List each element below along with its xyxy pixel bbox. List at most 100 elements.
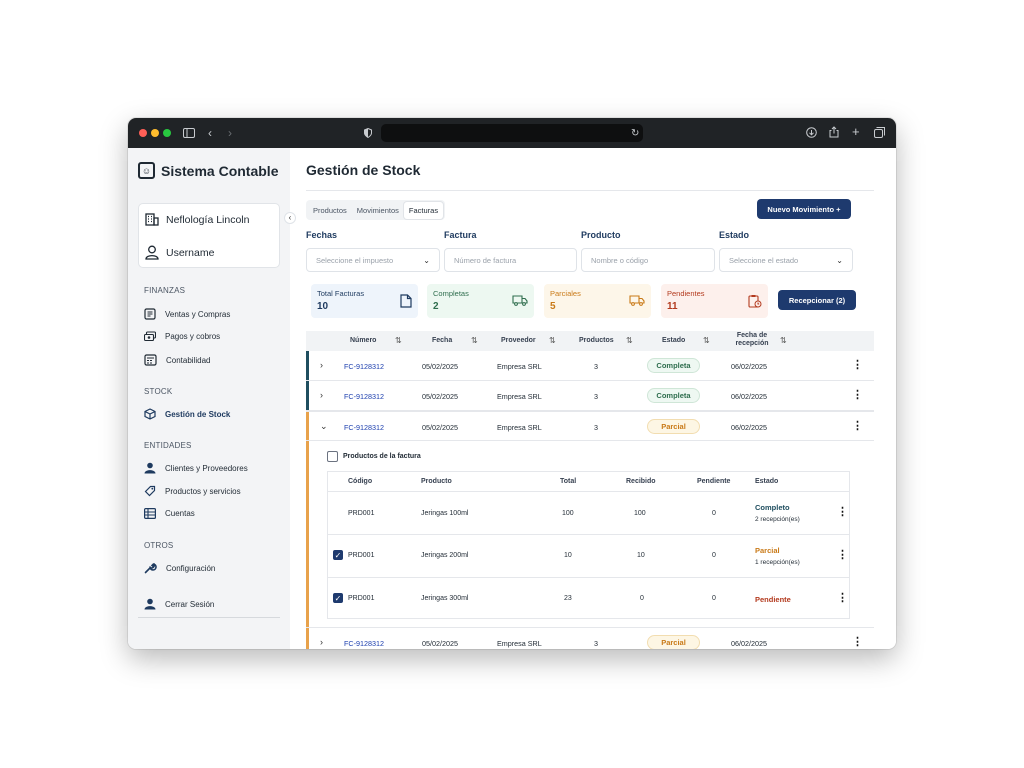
nav-pagos-cobros[interactable]: Pagos y cobros [144,331,220,342]
address-bar[interactable] [381,124,643,142]
product-checkbox[interactable]: ✓ [333,550,343,560]
expand-row-icon[interactable]: › [320,637,323,647]
tab-productos[interactable]: Productos [308,202,352,219]
share-icon[interactable] [829,126,839,138]
section-finanzas: FINANZAS [144,286,186,295]
nav-ventas-compras[interactable]: Ventas y Compras [144,308,230,320]
table-row[interactable]: › FC-9128312 05/02/2025 Empresa SRL 3 Co… [306,381,874,411]
table-row[interactable]: › FC-9128312 05/02/2025 Empresa SRL 3 Pa… [306,627,874,649]
producto-input[interactable]: Nombre o código [581,248,715,272]
row-menu-icon[interactable]: ⋮ [852,360,863,371]
table-row-expanded[interactable]: ⌄ FC-9128312 05/02/2025 Empresa SRL 3 Pa… [306,411,874,441]
factura-input[interactable]: Número de factura [444,248,577,272]
stat-value: 10 [317,301,329,312]
username: Username [166,246,215,259]
user-menu[interactable]: Username [145,245,214,260]
nav-productos-servicios[interactable]: Productos y servicios [144,485,241,497]
invoice-number-link[interactable]: FC-9128312 [344,392,384,401]
product-menu-icon[interactable]: ⋮ [837,507,848,518]
title-divider [306,190,874,191]
user-icon [145,245,159,260]
invoice-number-link[interactable]: FC-9128312 [344,362,384,371]
product-menu-icon[interactable]: ⋮ [837,550,848,561]
chevron-down-icon: ⌄ [423,255,430,265]
invoice-number-link[interactable]: FC-9128312 [344,639,384,648]
new-movement-button[interactable]: Nuevo Movimiento + [757,199,851,219]
product-row[interactable]: ✓ PRD001 Jeringas 200ml 10 10 0 Parcial … [328,535,849,578]
table-row[interactable]: › FC-9128312 05/02/2025 Empresa SRL 3 Co… [306,351,874,381]
tabs-overview-icon[interactable] [874,127,885,138]
back-icon[interactable]: ‹ [208,126,212,140]
column-header-proveedor[interactable]: Proveedor [501,337,536,345]
column-header-fecha[interactable]: Fecha [432,337,452,345]
fechas-select[interactable]: Seleccione el impuesto ⌄ [306,248,440,272]
company-selector[interactable]: Neflología Lincoln [145,213,249,226]
product-code: PRD001 [348,510,375,517]
products-table-header: Código Producto Total Recibido Pendiente… [328,472,849,492]
page-title: Gestión de Stock [306,162,421,178]
recepcionar-button[interactable]: Recepcionar (2) [778,290,856,310]
nav-contabilidad[interactable]: Contabilidad [144,354,210,366]
select-all-products[interactable]: Productos de la factura [327,451,421,462]
nav-label: Pagos y cobros [165,332,221,341]
column-header-estado[interactable]: Estado [662,337,685,345]
collapse-sidebar-button[interactable]: ‹ [284,212,296,224]
row-menu-icon[interactable]: ⋮ [852,421,863,432]
row-menu-icon[interactable]: ⋮ [852,390,863,401]
main-content: Gestión de Stock Productos Movimientos F… [290,148,896,649]
reload-icon[interactable]: ↻ [631,127,639,141]
select-all-checkbox[interactable] [327,451,338,462]
maximize-window-button[interactable] [163,129,171,137]
sidebar-toggle-icon[interactable] [183,128,195,138]
nav-label: Configuración [166,563,216,573]
new-tab-icon[interactable]: + [852,125,860,139]
sort-icon[interactable]: ⇅ [626,336,633,345]
expand-row-icon[interactable]: › [320,360,323,370]
collapse-row-icon[interactable]: ⌄ [320,421,328,432]
sort-icon[interactable]: ⇅ [471,336,478,345]
product-row[interactable]: ✓ PRD001 Jeringas 300ml 23 0 0 Pendiente… [328,578,849,621]
close-window-button[interactable] [139,129,147,137]
minimize-window-button[interactable] [151,129,159,137]
product-menu-icon[interactable]: ⋮ [837,593,848,604]
sort-icon[interactable]: ⇅ [703,336,710,345]
column-header-numero[interactable]: Número [350,337,376,345]
sort-icon[interactable]: ⇅ [780,336,787,345]
invoice-supplier: Empresa SRL [497,639,542,648]
download-icon[interactable] [806,127,817,138]
column-header-codigo: Código [348,478,373,485]
brand: ☺ Sistema Contable [138,162,278,179]
invoice-number-link[interactable]: FC-9128312 [344,423,384,432]
nav-gestion-stock[interactable]: Gestión de Stock [144,408,230,420]
status-badge: Completa [647,358,700,373]
stat-label: Total Facturas [317,289,365,298]
estado-select[interactable]: Seleccione el estado ⌄ [719,248,853,272]
expand-row-icon[interactable]: › [320,390,323,400]
row-menu-icon[interactable]: ⋮ [852,637,863,648]
sort-icon[interactable]: ⇅ [549,336,556,345]
product-checkbox[interactable]: ✓ [333,593,343,603]
product-pending: 0 [712,552,716,559]
nav-clientes-proveedores[interactable]: Clientes y Proveedores [144,462,248,474]
forward-icon[interactable]: › [228,126,232,140]
wrench-icon [144,562,157,574]
fechas-placeholder: Seleccione el impuesto [316,255,394,265]
product-name: Jeringas 300ml [421,595,469,602]
status-badge: Completa [647,388,700,403]
nav-cuentas[interactable]: Cuentas [144,508,195,519]
invoice-table-header: Número ⇅ Fecha ⇅ Proveedor ⇅ Productos ⇅… [306,331,874,351]
column-header-productos[interactable]: Productos [579,337,614,345]
tab-facturas[interactable]: Facturas [403,201,444,219]
nav-configuracion[interactable]: Configuración [144,562,215,574]
sort-icon[interactable]: ⇅ [395,336,402,345]
person-icon [144,462,156,474]
product-row[interactable]: PRD001 Jeringas 100ml 100 100 0 Completo… [328,492,849,535]
filter-label-factura: Factura [444,230,477,240]
box-icon [144,408,156,420]
column-header-fecha-recepcion[interactable]: Fecha de recepción [728,332,776,348]
account-card: Neflología Lincoln Username [138,203,280,268]
truck-warning-icon [629,295,645,306]
logout-button[interactable]: Cerrar Sesión [144,598,214,610]
tab-movimientos[interactable]: Movimientos [352,202,404,219]
invoice-supplier: Empresa SRL [497,362,542,371]
